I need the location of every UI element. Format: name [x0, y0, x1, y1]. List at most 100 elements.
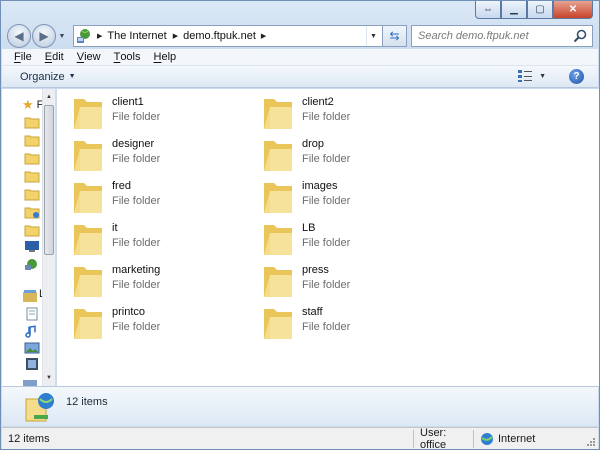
desktop-icon[interactable] — [24, 239, 40, 253]
item-name: marketing — [112, 264, 161, 276]
videos-icon[interactable] — [24, 357, 40, 371]
maximize-button[interactable]: ▢ — [527, 1, 553, 19]
help-icon[interactable]: ? — [569, 69, 584, 84]
folder-icon — [74, 183, 102, 213]
item-name: client2 — [302, 96, 334, 108]
folder-icon — [74, 225, 102, 255]
scroll-up-icon[interactable]: ▲ — [43, 90, 55, 104]
item-name: printco — [112, 306, 146, 318]
change-view-button[interactable]: ▼ — [517, 69, 546, 83]
favorites-star-icon: ★ — [22, 97, 34, 112]
item-type: File folder — [302, 153, 351, 165]
menu-tools[interactable]: Tools — [114, 51, 141, 63]
item-type: File folder — [112, 321, 161, 333]
menu-bar: File Edit View Tools Help — [2, 49, 598, 66]
folder-icon — [74, 309, 102, 339]
folder-item-designer[interactable]: designer File folder — [57, 133, 247, 173]
item-type: File folder — [302, 111, 351, 123]
item-type: File folder — [302, 279, 351, 291]
navigation-bar: ◀ ▶ ▼ ▶ The Internet ▶ demo.ftpuk.net ▶ — [7, 23, 593, 49]
folder-item-printco[interactable]: printco File folder — [57, 301, 247, 341]
network-folder-icon[interactable] — [24, 205, 40, 219]
view-options-icon — [518, 70, 533, 82]
item-type: File folder — [112, 111, 161, 123]
chevron-down-icon: ▼ — [68, 73, 76, 80]
folder-icon — [264, 225, 292, 255]
item-type: File folder — [302, 321, 351, 333]
item-type: File folder — [112, 153, 161, 165]
libraries-icon[interactable] — [22, 289, 38, 303]
scrollbar-thumb[interactable] — [44, 105, 54, 255]
folder-icon[interactable] — [24, 133, 40, 147]
search-input[interactable] — [418, 30, 568, 42]
chevron-down-icon: ▼ — [539, 72, 546, 80]
folder-item-it[interactable]: it File folder — [57, 217, 247, 257]
file-list: client1 File folder client2 File folder de… — [57, 89, 599, 386]
folder-item-drop[interactable]: drop File folder — [247, 133, 437, 173]
folder-icon — [264, 99, 292, 129]
search-icon[interactable] — [572, 28, 588, 44]
folder-icon[interactable] — [24, 151, 40, 165]
folder-item-client1[interactable]: client1 File folder — [57, 91, 247, 131]
minimize-button[interactable]: ▁ — [501, 1, 527, 19]
item-name: designer — [112, 138, 155, 150]
command-bar: Organize ▼ ▼ ? — [2, 66, 598, 88]
globe-icon — [481, 432, 493, 445]
folder-item-images[interactable]: images File folder — [247, 175, 437, 215]
folder-icon — [74, 141, 102, 171]
folder-icon — [264, 183, 292, 213]
item-name: LB — [302, 222, 316, 234]
close-button[interactable]: ✕ — [553, 1, 593, 19]
folder-icon[interactable] — [24, 169, 40, 183]
breadcrumb-arrow-icon[interactable]: ▶ — [97, 32, 102, 40]
status-item-count: 12 items — [8, 432, 50, 445]
breadcrumb-arrow-icon[interactable]: ▶ — [173, 32, 178, 40]
folder-item-lb[interactable]: LB File folder — [247, 217, 437, 257]
folder-item-marketing[interactable]: marketing File folder — [57, 259, 247, 299]
menu-edit[interactable]: Edit — [45, 51, 64, 63]
refresh-icon[interactable]: ⇆ — [382, 26, 406, 46]
explorer-window: ⇔ ▁ ▢ ✕ ◀ ▶ ▼ ▶ The Internet ▶ demo.ftpu… — [0, 0, 600, 450]
details-pane: 12 items — [2, 386, 598, 426]
pictures-icon[interactable] — [24, 341, 40, 355]
scroll-down-icon[interactable]: ▼ — [43, 371, 55, 385]
back-button[interactable]: ◀ — [7, 24, 31, 48]
forward-button[interactable]: ▶ — [32, 24, 56, 48]
folder-icon — [264, 309, 292, 339]
folder-item-client2[interactable]: client2 File folder — [247, 91, 437, 131]
back-forward-caption-icon[interactable]: ⇔ — [475, 1, 501, 19]
recent-pages-dropdown-icon[interactable]: ▼ — [57, 33, 67, 40]
documents-icon[interactable] — [24, 307, 40, 321]
menu-view[interactable]: View — [77, 51, 101, 63]
organize-button[interactable]: Organize ▼ — [20, 71, 76, 83]
internet-location-icon — [74, 26, 94, 46]
music-icon[interactable] — [24, 325, 40, 339]
item-name: drop — [302, 138, 325, 150]
item-name: it — [112, 222, 118, 234]
folder-item-press[interactable]: press File folder — [247, 259, 437, 299]
navigation-pane-scrollbar[interactable]: ▲ ▼ — [42, 89, 55, 386]
folder-icon — [264, 267, 292, 297]
folder-icon[interactable] — [24, 187, 40, 201]
navigation-pane: ★ F L ▲ ▼ — [2, 89, 56, 386]
status-user: User: office — [413, 427, 473, 450]
search-box[interactable] — [411, 25, 593, 47]
network-icon[interactable] — [24, 257, 40, 271]
folder-item-staff[interactable]: staff File folder — [247, 301, 437, 341]
status-zone: Internet — [473, 429, 583, 448]
breadcrumb-arrow-icon[interactable]: ▶ — [261, 32, 266, 40]
breadcrumb-demo-ftpuk[interactable]: ▶ demo.ftpuk.net ▶ — [170, 30, 275, 42]
folder-item-fred[interactable]: fred File folder — [57, 175, 247, 215]
address-dropdown-icon[interactable]: ▼ — [366, 26, 380, 46]
item-name: fred — [112, 180, 131, 192]
address-bar[interactable]: ▶ The Internet ▶ demo.ftpuk.net ▶ ▼ ⇆ — [73, 25, 407, 47]
favorites-node[interactable]: ★ F — [22, 97, 43, 113]
folder-icon[interactable] — [24, 223, 40, 237]
menu-file[interactable]: File — [14, 51, 32, 63]
computer-icon[interactable] — [22, 379, 38, 386]
folder-icon — [264, 141, 292, 171]
resize-grip-icon[interactable] — [586, 437, 596, 447]
breadcrumb-the-internet[interactable]: ▶ The Internet — [94, 30, 170, 42]
folder-icon[interactable] — [24, 115, 40, 129]
menu-help[interactable]: Help — [154, 51, 177, 63]
